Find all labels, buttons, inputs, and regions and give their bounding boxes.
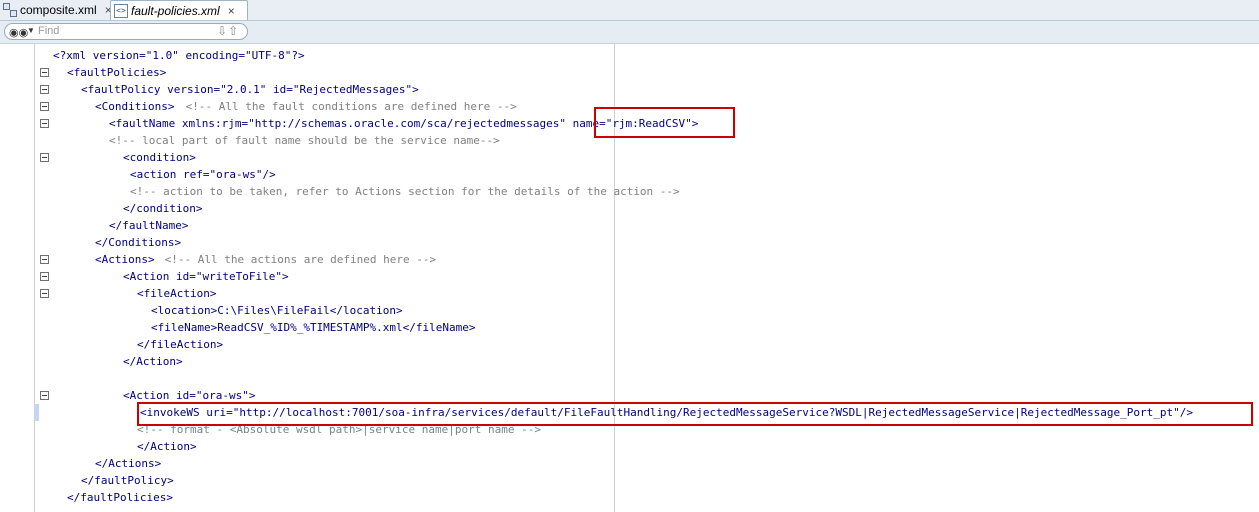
current-line-marker (34, 404, 39, 421)
find-previous-icon[interactable]: ⇧ (228, 24, 239, 38)
line-comment: <!-- action to be taken, refer to Action… (130, 185, 680, 198)
line-text: </condition> (123, 202, 203, 215)
code-line: <?xml version="1.0" encoding="UTF-8"?> (0, 47, 1259, 64)
find-toolbar: ◉◉ ▼ Find ⇩⇧ (0, 21, 1259, 44)
tab-fault-policies-xml[interactable]: <> fault-policies.xml × (110, 0, 248, 20)
editor-tab-bar: composite.xml × <> fault-policies.xml × (0, 0, 1259, 21)
code-line: <faultPolicy version="2.0.1" id="Rejecte… (0, 81, 1259, 98)
line-text: <faultPolicies> (67, 66, 167, 79)
code-line: </Action> (0, 353, 1259, 370)
code-line: </faultName> (0, 217, 1259, 234)
xml-file-icon: <> (114, 3, 128, 18)
line-text: </Actions> (95, 457, 162, 470)
line-comment: <!-- All the actions are defined here --… (158, 253, 437, 266)
binoculars-icon[interactable]: ◉◉ (9, 26, 28, 39)
code-line: <faultPolicies> (0, 64, 1259, 81)
code-line: <location>C:\Files\FileFail</location> (0, 302, 1259, 319)
code-line: <Actions> <!-- All the actions are defin… (0, 251, 1259, 268)
fold-toggle-icon[interactable] (40, 85, 49, 94)
code-line: <!-- action to be taken, refer to Action… (0, 183, 1259, 200)
fold-toggle-icon[interactable] (40, 68, 49, 77)
fold-toggle-icon[interactable] (40, 391, 49, 400)
code-line: </fileAction> (0, 336, 1259, 353)
line-text: <Conditions> (95, 100, 175, 113)
tab-composite-xml[interactable]: composite.xml × (0, 0, 112, 19)
code-line: <condition> (0, 149, 1259, 166)
tab-label: fault-policies.xml (131, 3, 220, 18)
composite-icon (3, 2, 17, 17)
code-line: <fileAction> (0, 285, 1259, 302)
code-line: <fileName>ReadCSV_%ID%_%TIMESTAMP%.xml</… (0, 319, 1259, 336)
fold-toggle-icon[interactable] (40, 289, 49, 298)
line-text: <?xml version="1.0" encoding="UTF-8"?> (53, 49, 305, 62)
code-line: </Conditions> (0, 234, 1259, 251)
code-line: </condition> (0, 200, 1259, 217)
fold-toggle-icon[interactable] (40, 272, 49, 281)
line-text: </Conditions> (95, 236, 182, 249)
line-text: </Action> (137, 440, 197, 453)
close-icon[interactable]: × (228, 4, 235, 18)
line-text: <Actions> (95, 253, 155, 266)
line-text: <location>C:\Files\FileFail</location> (151, 304, 403, 317)
line-text: </faultPolicies> (67, 491, 173, 504)
code-line: <action ref="ora-ws"/> (0, 166, 1259, 183)
line-text: <fileAction> (137, 287, 217, 300)
code-line: </Actions> (0, 455, 1259, 472)
fold-toggle-icon[interactable] (40, 119, 49, 128)
fold-toggle-icon[interactable] (40, 153, 49, 162)
code-line: <Action id="writeToFile"> (0, 268, 1259, 285)
line-text: </fileAction> (137, 338, 224, 351)
line-text: </Action> (123, 355, 183, 368)
tab-label: composite.xml (20, 2, 97, 17)
find-input[interactable]: Find (38, 25, 59, 37)
line-comment: <!-- All the fault conditions are define… (179, 100, 517, 113)
line-text: </faultName> (109, 219, 189, 232)
find-box[interactable]: ◉◉ ▼ Find ⇩⇧ (4, 23, 248, 40)
code-line: </faultPolicy> (0, 472, 1259, 489)
highlight-box-invoke-ws (137, 402, 1253, 426)
line-text: <action ref="ora-ws"/> (130, 168, 276, 181)
code-line: </Action> (0, 438, 1259, 455)
line-comment: <!-- local part of fault name should be … (109, 134, 500, 147)
fold-toggle-icon[interactable] (40, 102, 49, 111)
highlight-box-fault-name (594, 107, 735, 138)
line-text: <fileName>ReadCSV_%ID%_%TIMESTAMP%.xml</… (151, 321, 476, 334)
line-text: <condition> (123, 151, 196, 164)
find-next-icon[interactable]: ⇩ (217, 24, 228, 38)
chevron-down-icon[interactable]: ▼ (27, 26, 35, 35)
line-text: </faultPolicy> (81, 474, 174, 487)
code-line: </faultPolicies> (0, 489, 1259, 506)
line-text: <Action id="writeToFile"> (123, 270, 289, 283)
line-text: <faultPolicy version="2.0.1" id="Rejecte… (81, 83, 419, 96)
fold-toggle-icon[interactable] (40, 255, 49, 264)
